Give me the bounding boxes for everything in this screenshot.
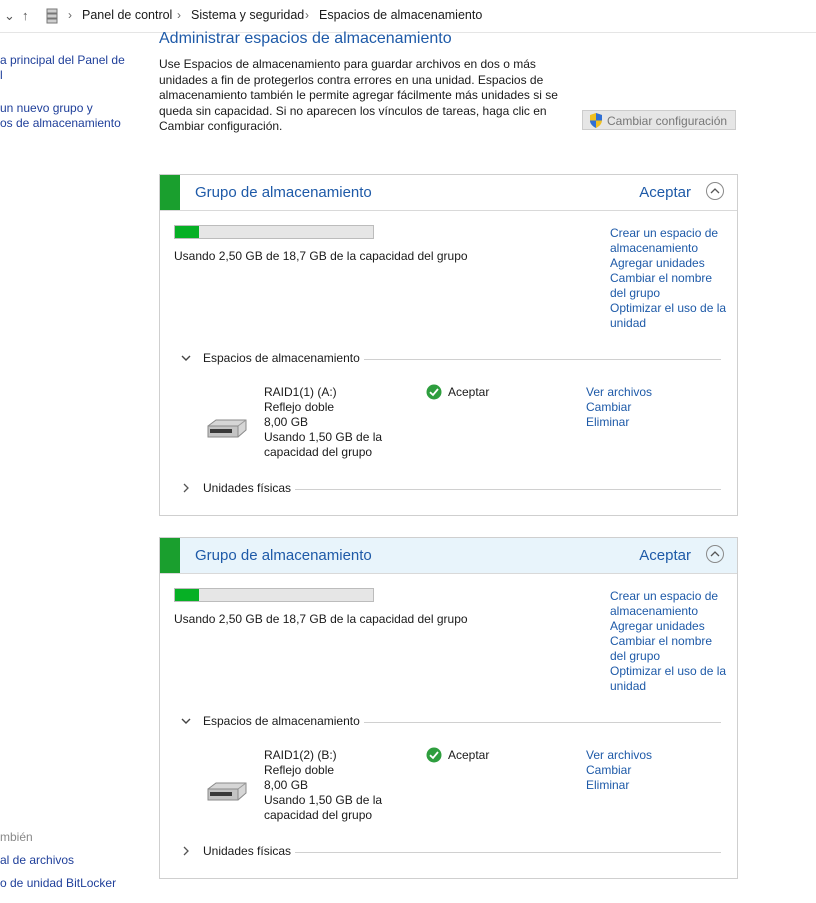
collapse-icon[interactable]	[706, 182, 724, 200]
create-pool-link-cont[interactable]: os de almacenamiento	[0, 116, 121, 131]
space-status-text: Aceptar	[448, 385, 490, 399]
chevron-down-icon[interactable]: ⌄	[4, 7, 15, 25]
page-title: Administrar espacios de almacenamiento	[159, 30, 452, 47]
storage-pool-card: Grupo de almacenamiento Aceptar Usando 2…	[159, 537, 738, 879]
space-actions: Ver archivos Cambiar Eliminar	[586, 748, 652, 793]
pool-usage-fill	[175, 226, 199, 238]
chevron-down-icon	[181, 718, 191, 724]
pool-tasks: Crear un espacio de almacenamiento Agreg…	[610, 589, 730, 694]
pool-status: Aceptar	[639, 547, 691, 564]
optimize-usage-link[interactable]: Optimizar el uso de la	[610, 301, 730, 316]
pool-usage-text: Usando 2,50 GB de 18,7 GB de la capacida…	[174, 249, 468, 263]
collapse-icon[interactable]	[706, 545, 724, 563]
create-pool-link[interactable]: un nuevo grupo y	[0, 101, 93, 116]
change-space-link[interactable]: Cambiar	[586, 400, 652, 415]
file-history-link[interactable]: al de archivos	[0, 853, 74, 868]
change-settings-button[interactable]: Cambiar configuración	[582, 110, 736, 130]
see-also-heading: mbién	[0, 830, 33, 844]
breadcrumb-separator-icon: ›	[305, 8, 309, 22]
control-panel-icon	[46, 8, 58, 24]
chevron-right-icon	[183, 846, 189, 856]
physical-drives-label: Unidades físicas	[203, 481, 296, 495]
pool-usage-bar	[174, 225, 374, 239]
spaces-section-header[interactable]: Espacios de almacenamiento	[180, 351, 721, 367]
bitlocker-link[interactable]: o de unidad BitLocker	[0, 876, 116, 891]
rename-pool-link-cont[interactable]: del grupo	[610, 286, 730, 301]
pool-usage-text: Usando 2,50 GB de 18,7 GB de la capacida…	[174, 612, 468, 626]
pool-title: Grupo de almacenamiento	[195, 184, 372, 201]
spaces-section-label: Espacios de almacenamiento	[203, 351, 364, 365]
change-settings-label: Cambiar configuración	[607, 114, 728, 128]
spaces-section-header[interactable]: Espacios de almacenamiento	[180, 714, 721, 730]
chevron-right-icon	[183, 483, 189, 493]
pool-usage-bar	[174, 588, 374, 602]
pool-status-stripe	[160, 538, 180, 573]
space-actions: Ver archivos Cambiar Eliminar	[586, 385, 652, 430]
pool-status-stripe	[160, 175, 180, 210]
drive-icon	[207, 419, 247, 438]
space-info: RAID1(1) (A:) Reflejo doble 8,00 GB Usan…	[264, 385, 394, 460]
space-usage: Usando 1,50 GB de la	[264, 793, 383, 807]
pool-status: Aceptar	[639, 184, 691, 201]
drive-icon	[207, 782, 247, 801]
breadcrumb-item[interactable]: Panel de control	[82, 8, 172, 22]
space-info: RAID1(2) (B:) Reflejo doble 8,00 GB Usan…	[264, 748, 394, 823]
create-space-link-cont[interactable]: almacenamiento	[610, 604, 730, 619]
rename-pool-link[interactable]: Cambiar el nombre	[610, 271, 730, 286]
space-size: 8,00 GB	[264, 778, 309, 792]
breadcrumb-item[interactable]: Espacios de almacenamiento	[319, 8, 482, 22]
delete-space-link[interactable]: Eliminar	[586, 778, 652, 793]
optimize-usage-link-cont[interactable]: unidad	[610, 679, 730, 694]
optimize-usage-link[interactable]: Optimizar el uso de la	[610, 664, 730, 679]
physical-drives-section-header[interactable]: Unidades físicas	[180, 481, 721, 497]
rename-pool-link-cont[interactable]: del grupo	[610, 649, 730, 664]
storage-pool-card: Grupo de almacenamiento Aceptar Usando 2…	[159, 174, 738, 516]
uac-shield-icon	[590, 113, 602, 128]
delete-space-link[interactable]: Eliminar	[586, 415, 652, 430]
breadcrumb-item[interactable]: Sistema y seguridad	[191, 8, 304, 22]
rename-pool-link[interactable]: Cambiar el nombre	[610, 634, 730, 649]
create-space-link[interactable]: Crear un espacio de	[610, 589, 730, 604]
space-status-text: Aceptar	[448, 748, 490, 762]
address-bar: ⌄ ↑ › Panel de control › Sistema y segur…	[0, 0, 816, 33]
spaces-section-label: Espacios de almacenamiento	[203, 714, 364, 728]
space-name: RAID1(1) (A:)	[264, 385, 337, 399]
control-panel-home-link-cont[interactable]: l	[0, 68, 3, 83]
space-resiliency: Reflejo doble	[264, 763, 335, 777]
add-drives-link[interactable]: Agregar unidades	[610, 619, 730, 634]
space-size: 8,00 GB	[264, 415, 309, 429]
space-name: RAID1(2) (B:)	[264, 748, 337, 762]
pool-tasks: Crear un espacio de almacenamiento Agreg…	[610, 226, 730, 331]
control-panel-home-link[interactable]: a principal del Panel de	[0, 53, 125, 68]
space-resiliency: Reflejo doble	[264, 400, 335, 414]
create-space-link[interactable]: Crear un espacio de	[610, 226, 730, 241]
physical-drives-label: Unidades físicas	[203, 844, 296, 858]
change-space-link[interactable]: Cambiar	[586, 763, 652, 778]
physical-drives-section-header[interactable]: Unidades físicas	[180, 844, 721, 860]
add-drives-link[interactable]: Agregar unidades	[610, 256, 730, 271]
space-usage-cont: capacidad del grupo	[264, 808, 373, 822]
view-files-link[interactable]: Ver archivos	[586, 748, 652, 763]
ok-check-icon	[426, 747, 442, 763]
space-usage-cont: capacidad del grupo	[264, 445, 373, 459]
intro-text: Use Espacios de almacenamiento para guar…	[159, 57, 558, 133]
breadcrumb-separator-icon: ›	[177, 8, 181, 22]
up-arrow-icon[interactable]: ↑	[22, 7, 29, 25]
pool-header[interactable]: Grupo de almacenamiento Aceptar	[160, 538, 737, 574]
pool-header[interactable]: Grupo de almacenamiento Aceptar	[160, 175, 737, 211]
optimize-usage-link-cont[interactable]: unidad	[610, 316, 730, 331]
view-files-link[interactable]: Ver archivos	[586, 385, 652, 400]
breadcrumb-separator-icon: ›	[68, 8, 72, 22]
chevron-down-icon	[181, 355, 191, 361]
pool-title: Grupo de almacenamiento	[195, 547, 372, 564]
ok-check-icon	[426, 384, 442, 400]
space-usage: Usando 1,50 GB de la	[264, 430, 383, 444]
pool-usage-fill	[175, 589, 199, 601]
create-space-link-cont[interactable]: almacenamiento	[610, 241, 730, 256]
